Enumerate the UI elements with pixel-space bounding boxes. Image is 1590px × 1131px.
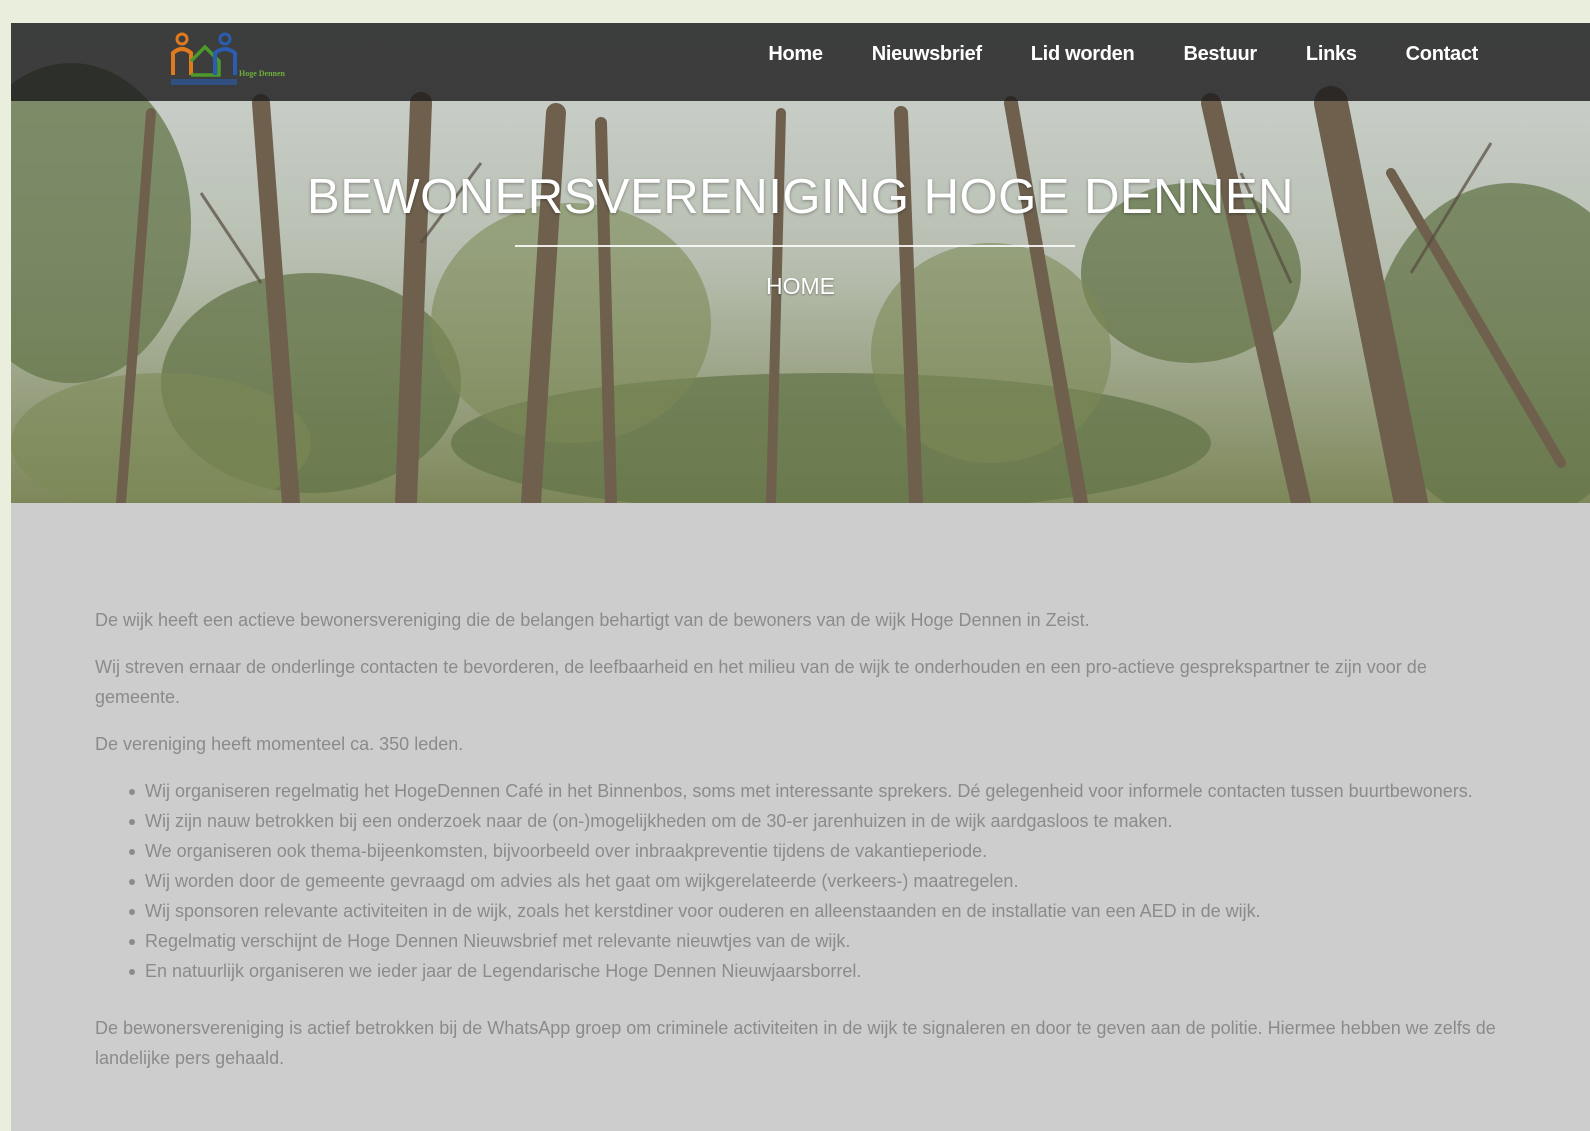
list-item: Wij worden door de gemeente gevraagd om …: [129, 866, 1505, 896]
nav-home[interactable]: Home: [768, 43, 823, 66]
title-divider: [515, 245, 1075, 247]
main-content: De wijk heeft een actieve bewonersvereni…: [95, 605, 1505, 1090]
list-item: Regelmatig verschijnt de Hoge Dennen Nie…: [129, 926, 1505, 956]
list-item: Wij zijn nauw betrokken bij een onderzoe…: [129, 806, 1505, 836]
nav-bestuur[interactable]: Bestuur: [1183, 43, 1257, 66]
hero-banner: Hoge Dennen Home Nieuwsbrief Lid worden …: [11, 23, 1590, 503]
page: Hoge Dennen Home Nieuwsbrief Lid worden …: [11, 23, 1590, 1131]
intro-paragraph: De vereniging heeft momenteel ca. 350 le…: [95, 734, 464, 754]
nav-contact[interactable]: Contact: [1406, 43, 1479, 66]
nav-links[interactable]: Links: [1306, 43, 1357, 66]
page-title: BEWONERSVERENIGING HOGE DENNEN: [307, 170, 1294, 224]
list-item: We organiseren ook thema-bijeenkomsten, …: [129, 836, 1505, 866]
main-navigation: Home Nieuwsbrief Lid worden Bestuur Link…: [719, 43, 1478, 66]
intro-paragraph: De wijk heeft een actieve bewonersvereni…: [95, 610, 1090, 630]
list-item: Wij sponsoren relevante activiteiten in …: [129, 896, 1505, 926]
outro-paragraph: De bewonersvereniging is actief betrokke…: [95, 1018, 1496, 1068]
top-navbar: Hoge Dennen Home Nieuwsbrief Lid worden …: [11, 23, 1590, 101]
nav-nieuwsbrief[interactable]: Nieuwsbrief: [872, 43, 982, 66]
list-item: En natuurlijk organiseren we ieder jaar …: [129, 956, 1505, 986]
logo-text: Hoge Dennen: [239, 69, 285, 78]
activities-list: Wij organiseren regelmatig het HogeDenne…: [129, 776, 1505, 986]
list-item: Wij organiseren regelmatig het HogeDenne…: [129, 776, 1505, 806]
association-logo[interactable]: [165, 27, 305, 89]
breadcrumb: HOME: [766, 273, 835, 299]
nav-lid-worden[interactable]: Lid worden: [1031, 43, 1135, 66]
intro-paragraph: Wij streven ernaar de onderlinge contact…: [95, 657, 1427, 707]
